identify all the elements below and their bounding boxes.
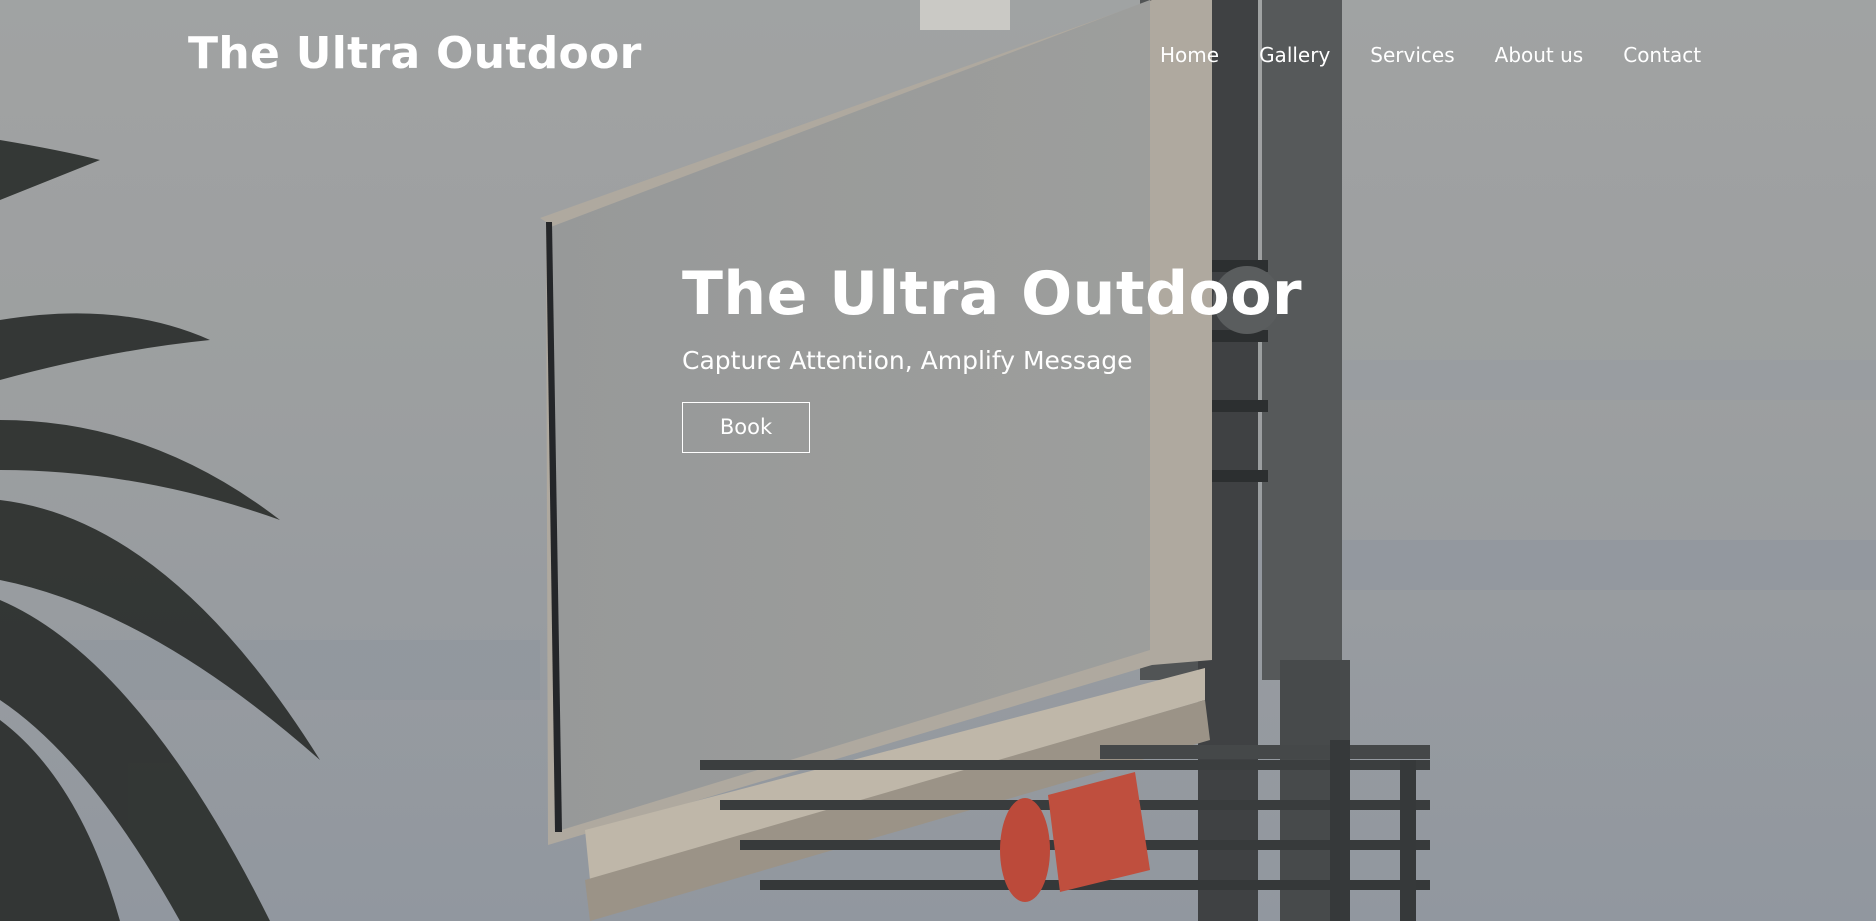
nav-link-services[interactable]: Services xyxy=(1370,40,1454,70)
nav-link-contact[interactable]: Contact xyxy=(1623,40,1701,70)
book-button[interactable]: Book xyxy=(682,402,810,453)
nav-link-gallery[interactable]: Gallery xyxy=(1259,40,1330,70)
main-nav: Home Gallery Services About us Contact xyxy=(1160,40,1741,70)
nav-link-home[interactable]: Home xyxy=(1160,40,1219,70)
site-header: The Ultra Outdoor Home Gallery Services … xyxy=(0,0,1876,110)
hero-subtitle: Capture Attention, Amplify Message xyxy=(682,346,1133,375)
nav-link-about-us[interactable]: About us xyxy=(1495,40,1584,70)
hero-content: The Ultra Outdoor Capture Attention, Amp… xyxy=(682,256,1302,453)
hero-overlay xyxy=(0,0,1876,921)
hero-section: The Ultra Outdoor Home Gallery Services … xyxy=(0,0,1876,921)
site-logo-text[interactable]: The Ultra Outdoor xyxy=(188,26,642,82)
hero-title: The Ultra Outdoor xyxy=(682,259,1303,329)
